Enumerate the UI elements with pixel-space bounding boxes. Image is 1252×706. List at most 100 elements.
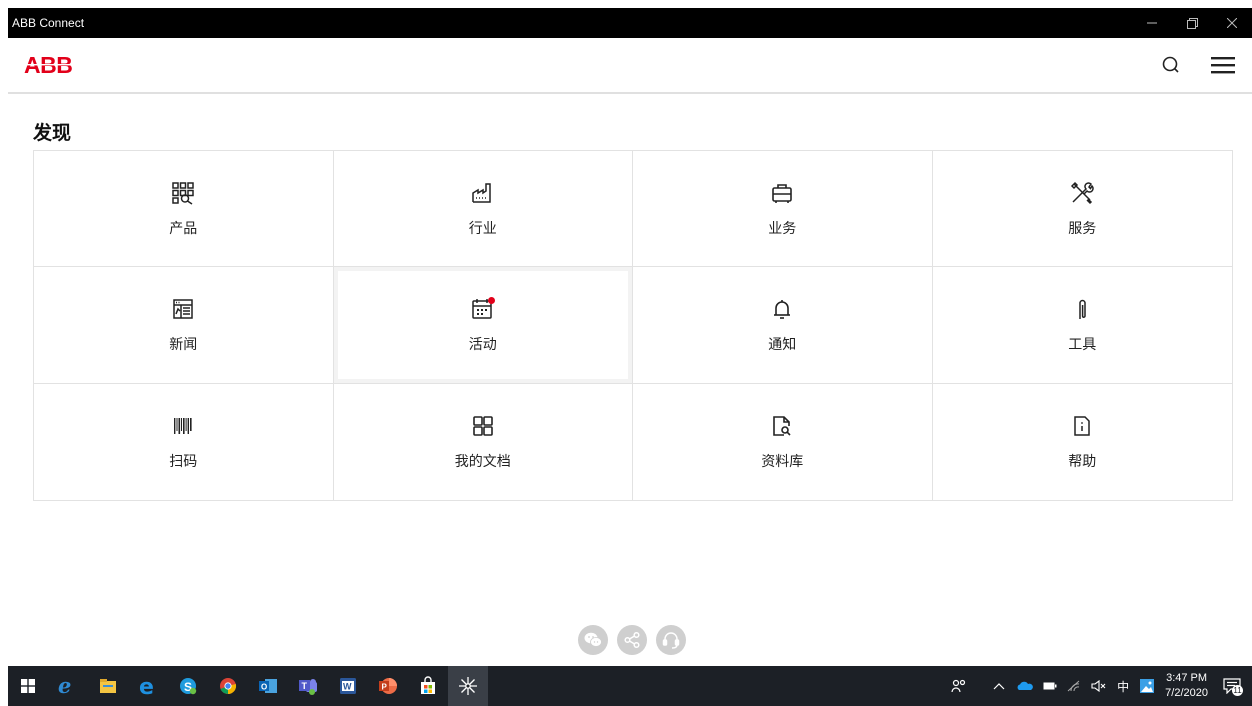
taskbar-edge-legacy[interactable]: e xyxy=(48,666,88,706)
wechat-icon xyxy=(584,632,602,647)
share-button[interactable] xyxy=(617,625,647,655)
tile-label: 扫码 xyxy=(169,453,198,470)
svg-text:e: e xyxy=(139,676,154,696)
info-document-icon xyxy=(1069,413,1095,439)
newspaper-icon xyxy=(170,296,196,322)
input-method-indicator[interactable]: 中 xyxy=(1117,678,1129,695)
taskbar-file-explorer[interactable] xyxy=(88,666,128,706)
volume-icon[interactable] xyxy=(1091,680,1107,692)
notification-center-button[interactable]: 11 xyxy=(1218,672,1246,700)
minimize-button[interactable] xyxy=(1132,8,1172,38)
clock-date: 7/2/2020 xyxy=(1165,687,1208,699)
store-icon xyxy=(421,676,435,694)
section-title: 发现 xyxy=(33,122,72,144)
tile-help[interactable]: 帮助 xyxy=(932,383,1232,500)
abb-logo-icon: ABB xyxy=(24,54,90,76)
onedrive-icon[interactable] xyxy=(1015,681,1034,691)
calendar-icon xyxy=(470,296,496,322)
clock[interactable]: 3:47 PM 7/2/2020 xyxy=(1165,671,1208,701)
skype-icon: S xyxy=(180,678,197,695)
tile-label: 活动 xyxy=(468,336,497,353)
menu-button[interactable] xyxy=(1208,50,1238,80)
taskbar-outlook[interactable]: O xyxy=(248,666,288,706)
tile-industries[interactable]: 行业 xyxy=(333,151,633,268)
taskbar-chrome[interactable] xyxy=(208,666,248,706)
tile-news[interactable]: 新闻 xyxy=(34,267,334,384)
taskbar-powerpoint[interactable]: P xyxy=(368,666,408,706)
tile-label: 行业 xyxy=(468,220,497,237)
windows-start-icon xyxy=(21,679,35,693)
battery-icon[interactable] xyxy=(1043,681,1057,691)
close-icon xyxy=(1227,18,1237,28)
taskbar-internet-explorer[interactable]: e xyxy=(128,666,168,706)
apps-grid-icon xyxy=(470,413,496,439)
tile-label: 服务 xyxy=(1068,220,1097,237)
wifi-icon[interactable] xyxy=(1067,680,1081,692)
tile-business[interactable]: 业务 xyxy=(633,151,933,268)
tile-tools[interactable]: 工具 xyxy=(932,267,1232,384)
hamburger-menu-icon xyxy=(1211,57,1235,74)
svg-text:e: e xyxy=(58,676,71,696)
chevron-up-icon[interactable] xyxy=(993,682,1005,690)
chrome-icon xyxy=(220,678,237,695)
header-actions xyxy=(1156,50,1238,80)
tile-label: 业务 xyxy=(768,220,797,237)
taskbar-skype[interactable]: S xyxy=(168,666,208,706)
restore-button[interactable] xyxy=(1172,8,1212,38)
tile-services[interactable]: 服务 xyxy=(932,151,1232,268)
taskbar: e e S O T W P 中 3:47 PM 7/2/2020 11 xyxy=(8,666,1252,706)
people-icon[interactable] xyxy=(951,679,967,693)
window-controls xyxy=(1132,8,1252,38)
tile-scan[interactable]: 扫码 xyxy=(34,383,334,500)
tile-library[interactable]: 资料库 xyxy=(633,383,933,500)
notification-badge xyxy=(487,296,495,304)
tile-notifications[interactable]: 通知 xyxy=(633,267,933,384)
share-icon xyxy=(624,631,640,649)
tile-my-documents[interactable]: 我的文档 xyxy=(333,383,633,500)
abb-connect-icon xyxy=(459,677,477,695)
taskbar-abb-connect[interactable] xyxy=(448,666,488,706)
powerpoint-icon: P xyxy=(379,678,397,694)
support-button[interactable] xyxy=(656,625,686,655)
start-button[interactable] xyxy=(8,666,48,706)
close-button[interactable] xyxy=(1212,8,1252,38)
photos-app-icon[interactable] xyxy=(1139,678,1155,694)
barcode-icon xyxy=(170,413,196,439)
clock-time: 3:47 PM xyxy=(1166,672,1208,684)
app-header: ABB xyxy=(8,38,1252,94)
tile-events[interactable]: 活动 xyxy=(333,267,633,384)
svg-text:P: P xyxy=(382,683,388,692)
search-icon xyxy=(1162,56,1179,73)
share-row xyxy=(578,625,686,655)
products-grid-icon xyxy=(170,180,196,206)
taskbar-word[interactable]: W xyxy=(328,666,368,706)
tools-icon xyxy=(1069,180,1095,206)
app-window: ABB Connect ABB 发现 产品 行业 业务 服务 新闻 活动 通知 … xyxy=(0,0,1252,706)
document-search-icon xyxy=(769,413,795,439)
word-icon: W xyxy=(340,678,356,694)
svg-text:W: W xyxy=(343,682,352,692)
svg-text:T: T xyxy=(302,681,308,691)
bell-icon xyxy=(769,296,795,322)
system-tray: 中 3:47 PM 7/2/2020 11 xyxy=(951,671,1252,701)
wechat-button[interactable] xyxy=(578,625,608,655)
restore-icon xyxy=(1186,17,1198,29)
headset-icon xyxy=(662,632,680,649)
edge-legacy-icon: e xyxy=(58,676,71,696)
file-explorer-icon xyxy=(100,679,116,693)
window-title: ABB Connect xyxy=(12,16,85,30)
outlook-icon: O xyxy=(259,679,277,693)
tile-label: 通知 xyxy=(768,336,797,353)
internet-explorer-icon: e xyxy=(139,676,154,696)
taskbar-teams[interactable]: T xyxy=(288,666,328,706)
minimize-icon xyxy=(1147,22,1157,24)
tile-products[interactable]: 产品 xyxy=(34,151,334,268)
search-button[interactable] xyxy=(1156,50,1186,80)
notification-count: 11 xyxy=(1232,685,1243,696)
discover-grid: 产品 行业 业务 服务 新闻 活动 通知 工具 扫码 我的文档 资料库 帮助 xyxy=(33,150,1233,501)
abb-logo[interactable]: ABB xyxy=(24,54,90,76)
taskbar-store[interactable] xyxy=(408,666,448,706)
teams-icon: T xyxy=(299,679,317,695)
tile-label: 工具 xyxy=(1068,336,1097,353)
tile-label: 帮助 xyxy=(1068,453,1097,470)
